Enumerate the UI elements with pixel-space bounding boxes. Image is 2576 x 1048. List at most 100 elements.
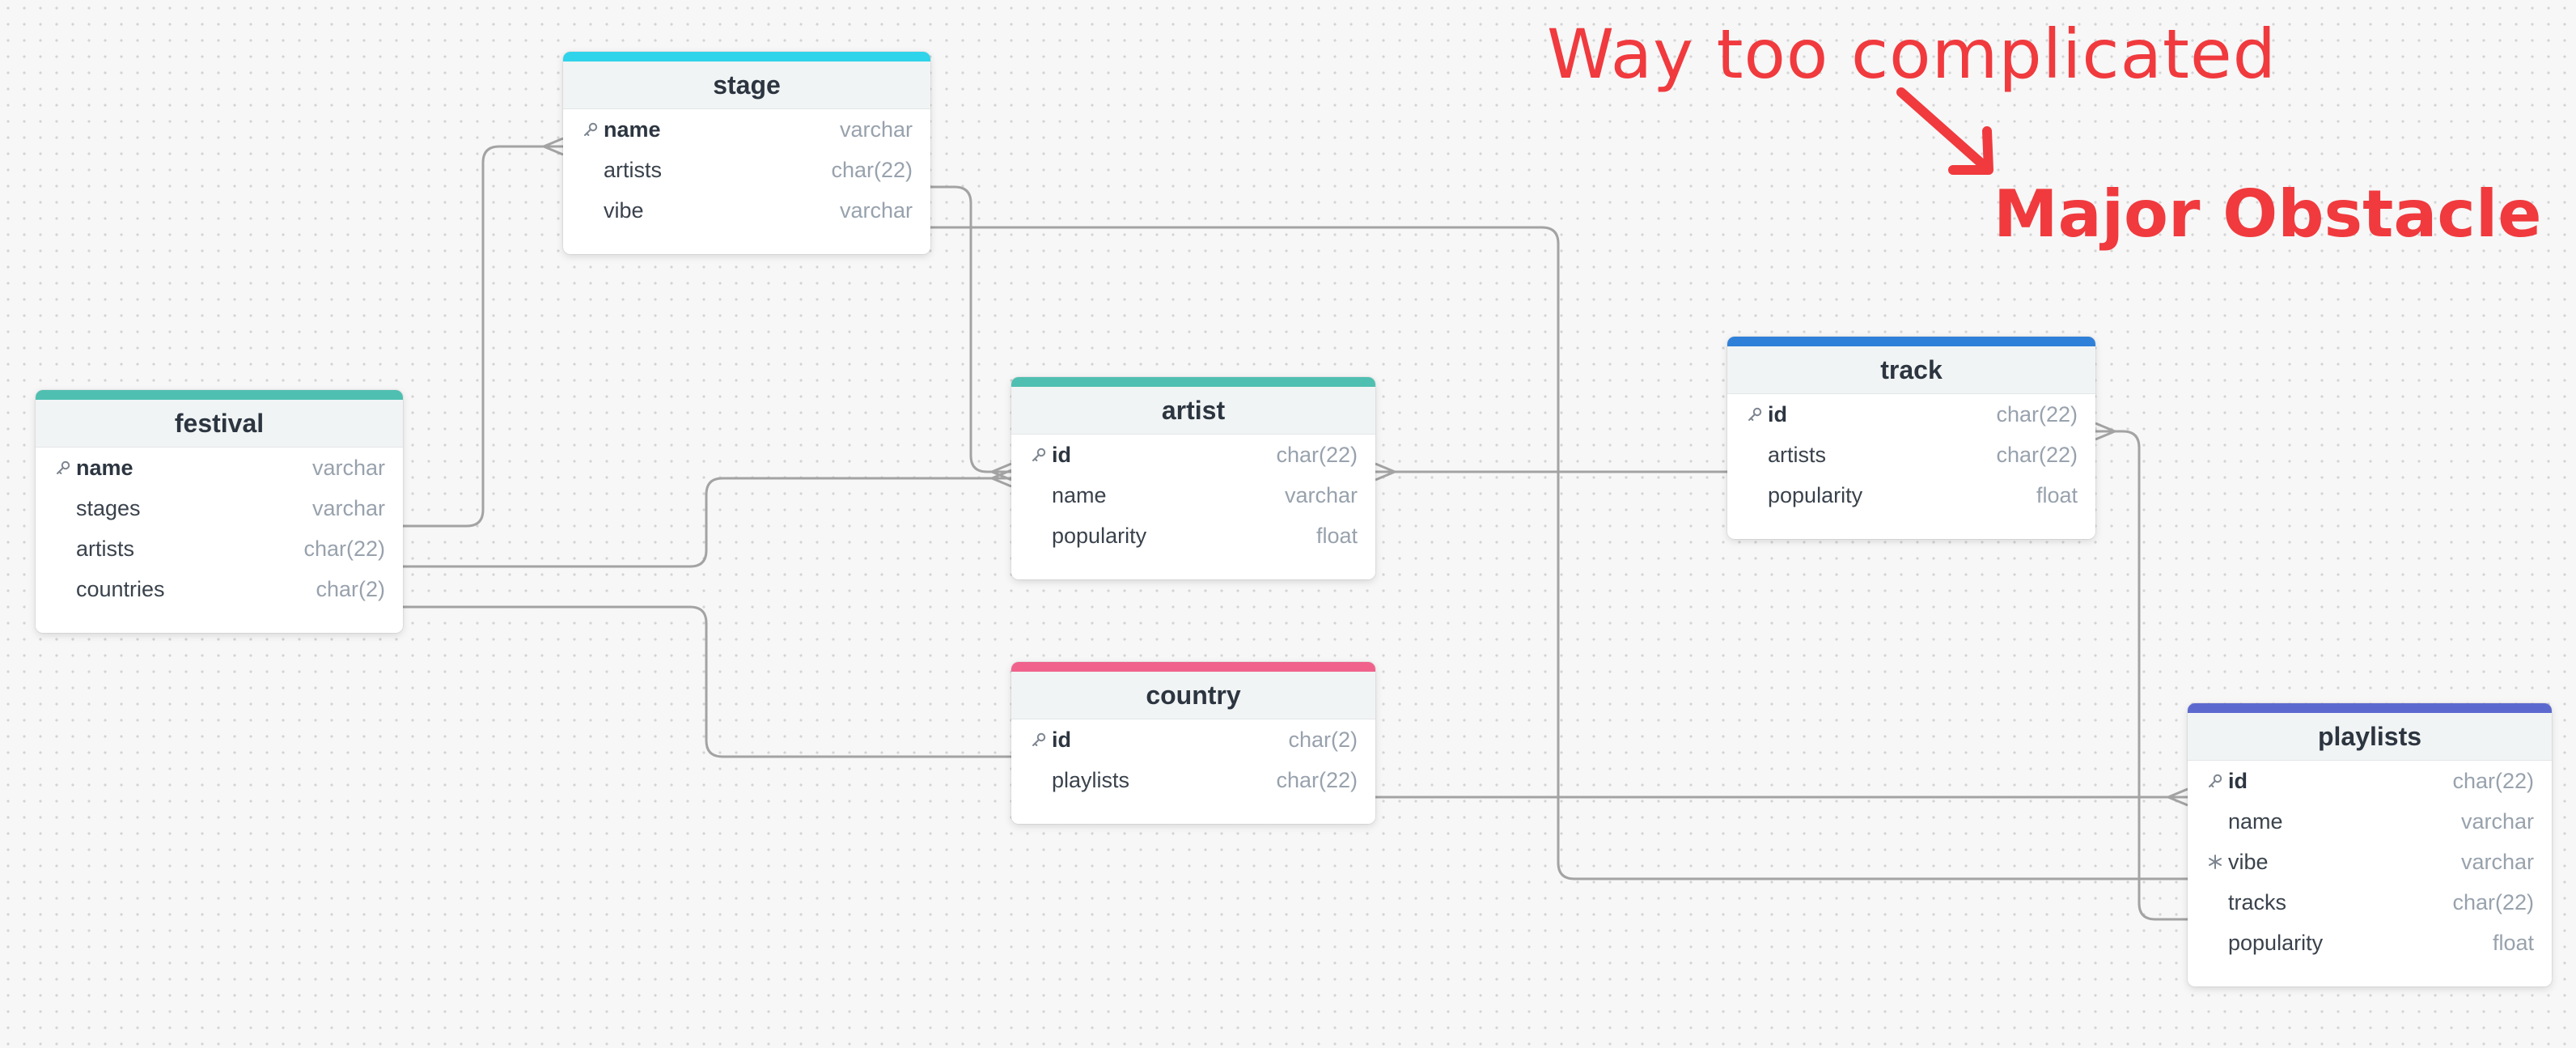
table-header[interactable]: playlists — [2188, 713, 2552, 761]
column-name: popularity — [1052, 523, 1147, 548]
column-type: varchar — [839, 117, 913, 142]
table-accent-bar — [1727, 337, 2095, 346]
table-row[interactable]: id char(2) — [1011, 719, 1375, 760]
relation-playlists-tracks-to-track-id — [2095, 430, 2188, 921]
column-name: name — [1052, 482, 1107, 507]
column-name: artists — [1768, 442, 1827, 467]
column-name: tracks — [2228, 889, 2287, 914]
column-type: varchar — [839, 197, 913, 223]
column-left: tracks — [2205, 890, 2286, 915]
column-left: id — [1745, 402, 1787, 427]
table-header[interactable]: stage — [563, 62, 930, 109]
column-type: char(22) — [1996, 442, 2078, 467]
column-left: playlists — [1029, 768, 1129, 793]
column-type: float — [2492, 930, 2534, 955]
column-type: varchar — [311, 495, 385, 520]
column-type: char(22) — [1996, 401, 2078, 426]
column-type: char(2) — [1288, 727, 1358, 752]
table-playlists[interactable]: playlists id char(22) name varchar vibe varcha… — [2188, 703, 2552, 986]
column-left: vibe — [581, 198, 644, 223]
column-left: artists — [581, 158, 662, 183]
relation-festival-countries-to-country-id — [403, 605, 1011, 758]
table-row[interactable]: tracks char(22) — [2188, 882, 2552, 923]
snowflake-icon — [2205, 854, 2225, 870]
column-name: name — [76, 455, 133, 480]
column-type: varchar — [2460, 849, 2534, 874]
relation-festival-stages-to-stage-name — [403, 145, 563, 528]
column-name: name — [2228, 808, 2283, 834]
table-row[interactable]: id char(22) — [1011, 435, 1375, 475]
table-row[interactable]: id char(22) — [1727, 394, 2095, 435]
table-row[interactable]: popularity float — [1011, 516, 1375, 556]
table-header[interactable]: festival — [36, 400, 403, 448]
table-stage[interactable]: stage name varchar artists char(22) vibe varch… — [563, 52, 930, 254]
column-type: char(22) — [1276, 442, 1358, 467]
column-left: popularity — [1745, 483, 1862, 508]
table-accent-bar — [36, 390, 403, 400]
column-name: id — [1768, 401, 1787, 426]
column-type: char(22) — [1276, 767, 1358, 792]
table-row[interactable]: name varchar — [36, 448, 403, 488]
relation-festival-artists-to-artist-id — [403, 477, 1011, 568]
column-left: countries — [53, 577, 165, 602]
column-left: id — [1029, 728, 1071, 753]
column-type: varchar — [311, 455, 385, 480]
column-left: name — [1029, 483, 1107, 508]
column-name: artists — [604, 157, 663, 182]
key-icon — [581, 121, 600, 138]
key-icon — [53, 460, 73, 476]
table-header[interactable]: artist — [1011, 387, 1375, 435]
table-row[interactable]: artists char(22) — [36, 528, 403, 569]
column-name: popularity — [1768, 482, 1863, 507]
column-name: vibe — [604, 197, 644, 223]
table-row[interactable]: playlists char(22) — [1011, 760, 1375, 800]
table-header[interactable]: track — [1727, 346, 2095, 394]
table-row[interactable]: artists char(22) — [1727, 435, 2095, 475]
column-left: name — [581, 117, 661, 142]
key-icon — [1029, 732, 1049, 748]
key-icon — [1745, 406, 1765, 422]
column-left: id — [2205, 769, 2248, 794]
table-header[interactable]: country — [1011, 672, 1375, 719]
column-type: char(22) — [303, 536, 385, 561]
column-type: char(22) — [2452, 768, 2534, 793]
table-row[interactable]: name varchar — [1011, 475, 1375, 516]
table-track[interactable]: track id char(22) artists char(22) popularity… — [1727, 337, 2095, 539]
table-accent-bar — [1011, 377, 1375, 387]
key-icon — [2205, 773, 2225, 789]
table-row[interactable]: name varchar — [2188, 801, 2552, 842]
table-country[interactable]: country id char(2) playlists char(22) — [1011, 662, 1375, 824]
table-row[interactable]: popularity float — [2188, 923, 2552, 963]
column-name: id — [1052, 727, 1071, 752]
column-left: vibe — [2205, 850, 2269, 875]
column-left: popularity — [1029, 524, 1146, 549]
table-row[interactable]: vibe varchar — [2188, 842, 2552, 882]
column-name: id — [1052, 442, 1071, 467]
column-type: char(22) — [831, 157, 913, 182]
column-type: varchar — [2460, 808, 2534, 834]
table-row[interactable]: popularity float — [1727, 475, 2095, 516]
column-left: stages — [53, 496, 141, 521]
table-accent-bar — [1011, 662, 1375, 672]
table-artist[interactable]: artist id char(22) name varchar popularity flo… — [1011, 377, 1375, 579]
table-row[interactable]: name varchar — [563, 109, 930, 150]
table-row[interactable]: countries char(2) — [36, 569, 403, 609]
table-row[interactable]: artists char(22) — [563, 150, 930, 190]
table-row[interactable]: id char(22) — [2188, 761, 2552, 801]
column-left: artists — [1745, 443, 1826, 468]
key-icon — [1029, 447, 1049, 463]
column-left: name — [53, 456, 133, 481]
annotation-label: Major Obstacle — [1993, 176, 2542, 252]
table-row[interactable]: vibe varchar — [563, 190, 930, 231]
column-name: vibe — [2228, 849, 2269, 874]
column-left: artists — [53, 537, 134, 562]
column-type: char(2) — [316, 576, 385, 601]
column-name: name — [604, 117, 661, 142]
column-type: float — [2036, 482, 2078, 507]
column-type: varchar — [1284, 482, 1358, 507]
annotation-arrow-icon — [1896, 87, 1993, 175]
column-type: char(22) — [2452, 889, 2534, 914]
table-accent-bar — [2188, 703, 2552, 713]
table-row[interactable]: stages varchar — [36, 488, 403, 528]
table-festival[interactable]: festival name varchar stages varchar artists c… — [36, 390, 403, 633]
